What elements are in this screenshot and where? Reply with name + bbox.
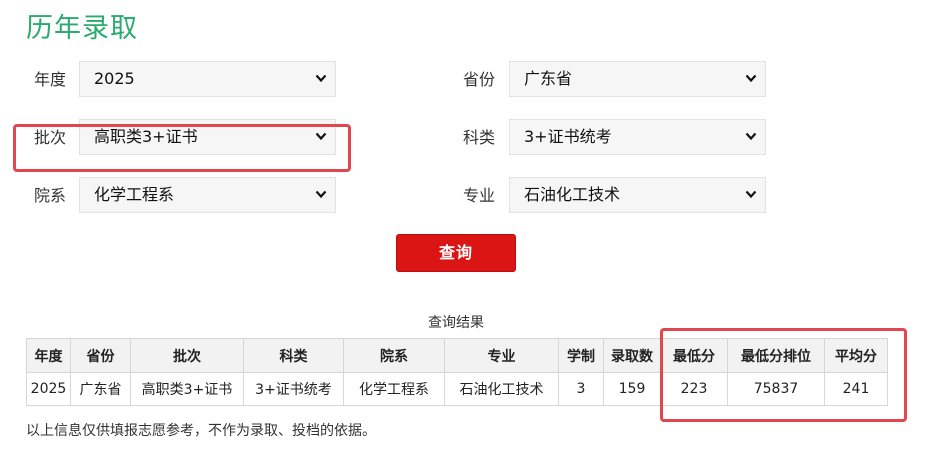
results-caption: 查询结果 xyxy=(428,315,484,331)
column-header-admitted-count: 录取数 xyxy=(603,338,661,373)
year-select[interactable]: 2025 xyxy=(79,61,336,97)
batch-select[interactable]: 高职类3+证书 xyxy=(79,119,336,155)
province-label: 省份 xyxy=(463,70,496,89)
column-header-major: 专业 xyxy=(444,338,559,373)
page-title: 历年录取 xyxy=(26,13,138,44)
chevron-down-icon xyxy=(745,62,757,96)
results-table: 年度 省份 批次 科类 院系 专业 学制 录取数 最低分 最低分排位 平均分 2… xyxy=(26,338,888,406)
chevron-down-icon xyxy=(315,62,327,96)
chevron-down-icon xyxy=(745,120,757,154)
province-select[interactable]: 广东省 xyxy=(509,61,766,97)
column-header-year: 年度 xyxy=(26,338,71,373)
disclaimer-note: 以上信息仅供填报志愿参考，不作为录取、投档的依据。 xyxy=(26,423,376,439)
cell-province: 广东省 xyxy=(70,372,131,406)
category-select[interactable]: 3+证书统考 xyxy=(509,119,766,155)
cell-admitted-count: 159 xyxy=(603,372,661,406)
column-header-province: 省份 xyxy=(70,338,131,373)
column-header-min-score-rank: 最低分排位 xyxy=(727,338,825,373)
department-select-value: 化学工程系 xyxy=(94,185,175,204)
year-label: 年度 xyxy=(34,70,67,89)
chevron-down-icon xyxy=(745,178,757,212)
major-select-value: 石油化工技术 xyxy=(524,185,621,204)
year-select-value: 2025 xyxy=(94,69,135,88)
column-header-min-score: 最低分 xyxy=(660,338,728,373)
table-header-row: 年度 省份 批次 科类 院系 专业 学制 录取数 最低分 最低分排位 平均分 xyxy=(26,338,888,373)
cell-department: 化学工程系 xyxy=(343,372,445,406)
category-select-value: 3+证书统考 xyxy=(524,127,612,146)
column-header-category: 科类 xyxy=(243,338,344,373)
major-label: 专业 xyxy=(463,186,496,205)
column-header-avg-score: 平均分 xyxy=(824,338,888,373)
cell-min-score: 223 xyxy=(660,372,728,406)
department-label: 院系 xyxy=(34,186,67,205)
cell-duration: 3 xyxy=(558,372,604,406)
cell-year: 2025 xyxy=(26,372,71,406)
cell-major: 石油化工技术 xyxy=(444,372,559,406)
major-select[interactable]: 石油化工技术 xyxy=(509,177,766,213)
column-header-department: 院系 xyxy=(343,338,445,373)
query-button[interactable]: 查询 xyxy=(396,234,516,272)
batch-select-value: 高职类3+证书 xyxy=(94,127,198,146)
chevron-down-icon xyxy=(315,178,327,212)
cell-avg-score: 241 xyxy=(824,372,888,406)
cell-batch: 高职类3+证书 xyxy=(130,372,244,406)
province-select-value: 广东省 xyxy=(524,69,573,88)
category-label: 科类 xyxy=(463,128,496,147)
department-select[interactable]: 化学工程系 xyxy=(79,177,336,213)
column-header-batch: 批次 xyxy=(130,338,244,373)
table-row: 2025 广东省 高职类3+证书 3+证书统考 化学工程系 石油化工技术 3 1… xyxy=(26,372,888,406)
chevron-down-icon xyxy=(315,120,327,154)
cell-category: 3+证书统考 xyxy=(243,372,344,406)
cell-min-score-rank: 75837 xyxy=(727,372,825,406)
column-header-duration: 学制 xyxy=(558,338,604,373)
batch-label: 批次 xyxy=(34,128,67,147)
